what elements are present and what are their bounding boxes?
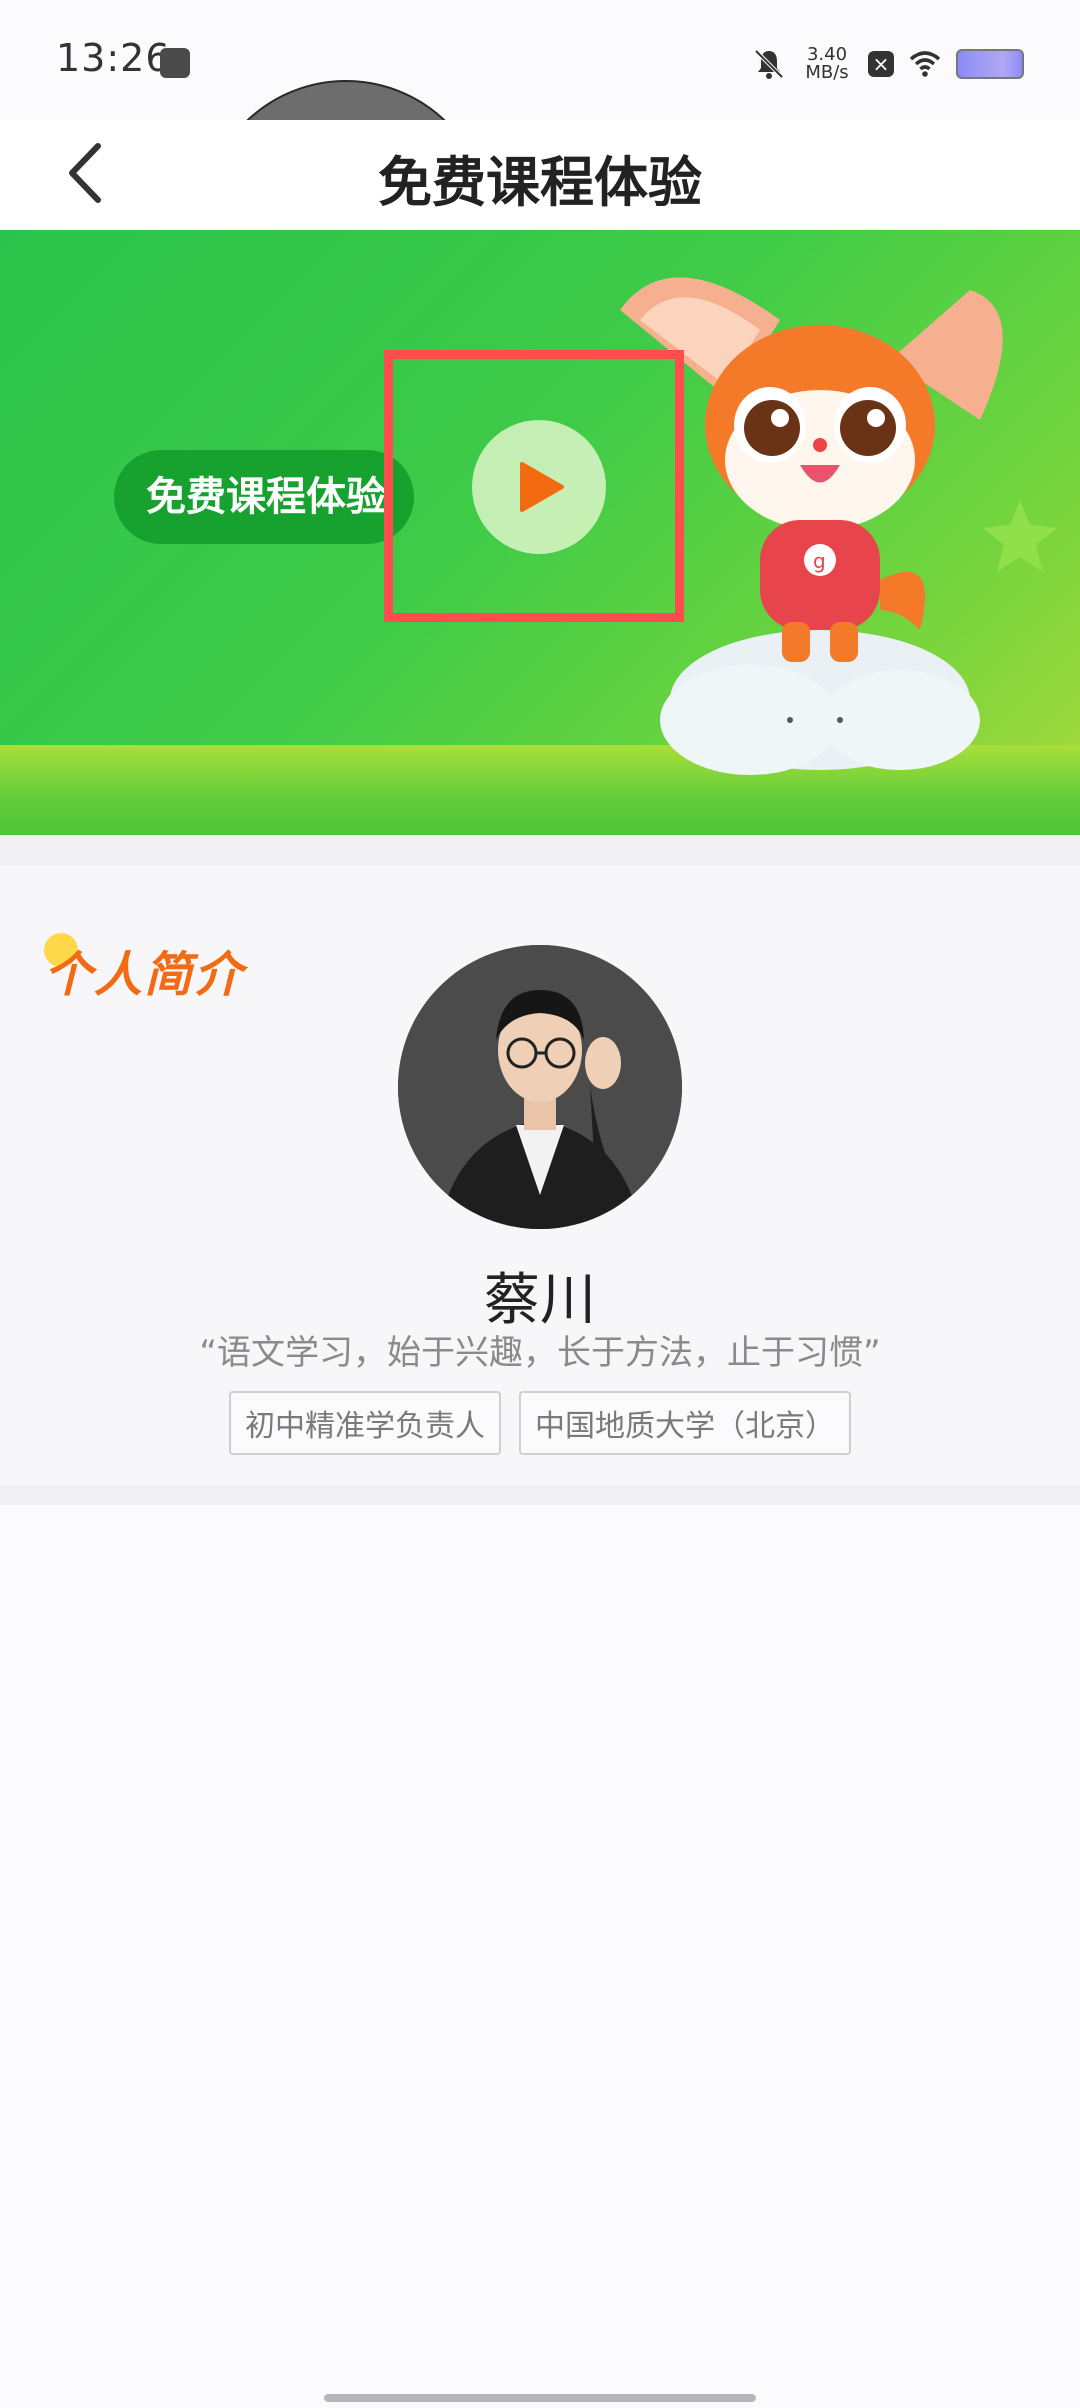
mute-bell-icon	[754, 49, 784, 79]
teacher-profile-card: 个人简介 蔡川 “语文学习，始于兴趣，长于方法，止于习惯” 初中精准学负责人 中	[0, 865, 1080, 1485]
header-bar: 免费课程体验	[0, 120, 1080, 230]
teacher-avatar	[398, 945, 682, 1229]
network-speed-text: 3.40 MB/s	[805, 44, 849, 83]
tag-school: 中国地质大学（北京）	[519, 1391, 851, 1455]
play-icon	[520, 462, 564, 512]
page-title: 免费课程体验	[378, 151, 702, 214]
teacher-photo	[398, 945, 682, 1229]
status-indicators: 3.40 MB/s ×	[752, 36, 1024, 92]
teacher-name: 蔡川	[484, 1268, 596, 1333]
tag-role: 初中精准学负责人	[229, 1391, 501, 1455]
sim-off-icon: ×	[868, 51, 894, 77]
wifi-icon	[909, 51, 941, 77]
status-bar: 13:26 3.40 MB/s ×	[0, 0, 1080, 368]
svg-text:g: g	[813, 549, 826, 573]
banner-label-pill: 免费课程体验	[114, 450, 414, 544]
battery-icon	[956, 49, 1024, 79]
status-time: 13:26	[56, 36, 171, 80]
home-indicator[interactable]	[324, 2394, 756, 2402]
teacher-tags: 初中精准学负责人 中国地质大学（北京）	[0, 1391, 1080, 1455]
section-divider	[0, 835, 1080, 865]
course-banner[interactable]: g 免费课程体验	[0, 230, 1080, 835]
network-speed: 3.40 MB/s	[800, 46, 854, 82]
section-divider-bottom	[0, 1485, 1080, 1505]
teacher-quote: “语文学习，始于兴趣，长于方法，止于习惯”	[199, 1333, 881, 1373]
section-title: 个人简介	[44, 947, 245, 1003]
notification-app-icon	[160, 48, 190, 78]
play-button[interactable]	[472, 420, 606, 554]
